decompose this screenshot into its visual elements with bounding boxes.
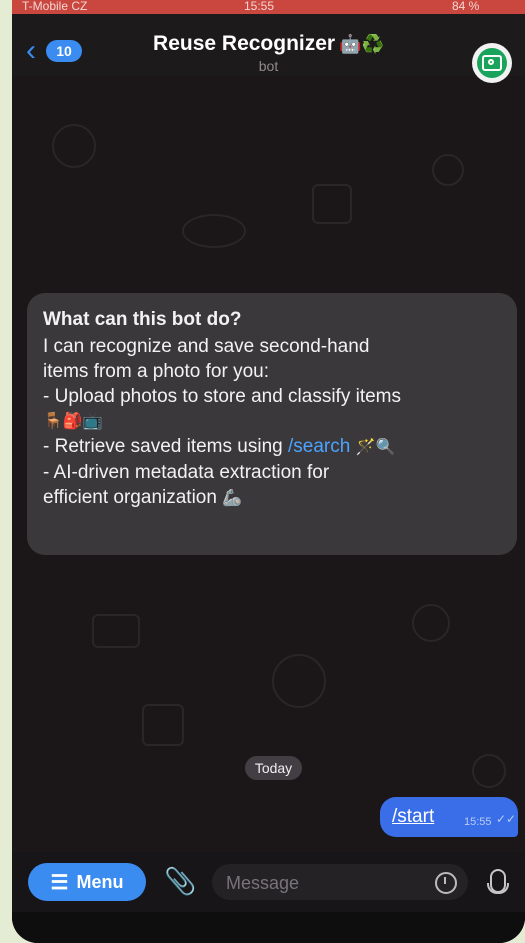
wallpaper-doodle [92, 614, 140, 648]
bot-description-line: - Retrieve saved items using /search 🪄🔍 [43, 434, 502, 460]
message-timestamp: 15:55 [464, 816, 492, 828]
bot-description-card: What can this bot do? I can recognize an… [27, 293, 517, 555]
message-input-bar: ☰ Menu 📎 [12, 852, 525, 912]
search-emoji: 🪄🔍 [355, 439, 396, 456]
wallpaper-doodle [52, 124, 96, 168]
wallpaper-doodle [272, 654, 326, 708]
message-input[interactable] [212, 864, 408, 902]
outgoing-message-bubble[interactable]: /start 15:55 ✓✓ [380, 797, 518, 837]
message-field[interactable] [212, 864, 468, 902]
search-command-link[interactable]: /search [288, 436, 350, 457]
organization-text: efficient organization [43, 487, 223, 508]
bot-description-heading: What can this bot do? [43, 309, 242, 330]
bot-description-line: efficient organization 🦾 [43, 485, 502, 511]
hamburger-icon: ☰ [50, 871, 69, 894]
wallpaper-doodle [182, 214, 246, 248]
chat-header: ‹ 10 Reuse Recognizer 🤖♻️ bot [12, 14, 525, 83]
bot-description-line: I can recognize and save second-hand [43, 336, 370, 357]
status-bar: T-Mobile CZ 15:55 84 % [12, 0, 525, 14]
items-emoji: 🪑🎒📺 [43, 413, 103, 430]
bot-description-line: items from a photo for you: [43, 361, 269, 382]
wallpaper-doodle [142, 704, 184, 746]
bottom-safe-area [12, 912, 525, 943]
bot-description-line: - AI-driven metadata extraction for [43, 462, 330, 483]
chat-title-text: Reuse Recognizer [153, 32, 336, 55]
camera-icon [477, 48, 507, 78]
date-separator: Today [245, 756, 302, 780]
schedule-clock-icon[interactable] [435, 872, 457, 894]
chat-subtitle: bot [258, 58, 279, 74]
phone-screen: T-Mobile CZ 15:55 84 % ‹ 10 Reuse Recogn… [12, 0, 525, 943]
menu-button[interactable]: ☰ Menu [28, 863, 146, 901]
bot-avatar[interactable] [472, 43, 512, 83]
chat-title-emoji: 🤖♻️ [339, 34, 384, 54]
chat-title[interactable]: Reuse Recognizer 🤖♻️ [12, 32, 525, 56]
menu-button-label: Menu [76, 871, 124, 892]
wallpaper-doodle [412, 604, 450, 642]
clock-label: 15:55 [244, 0, 275, 13]
microphone-icon[interactable] [487, 869, 509, 894]
carrier-label: T-Mobile CZ [22, 0, 88, 13]
retrieve-text: - Retrieve saved items using [43, 436, 288, 457]
bot-description-line: - Upload photos to store and classify it… [43, 386, 402, 407]
wallpaper-doodle [472, 754, 506, 788]
paperclip-icon[interactable]: 📎 [164, 866, 196, 897]
read-checkmark-icon: ✓✓ [496, 812, 517, 826]
battery-label: 84 % [452, 0, 480, 13]
wallpaper-doodle [312, 184, 352, 224]
muscle-emoji: 🦾 [222, 490, 243, 507]
start-command-link[interactable]: /start [392, 806, 434, 828]
wallpaper-doodle [432, 154, 464, 186]
